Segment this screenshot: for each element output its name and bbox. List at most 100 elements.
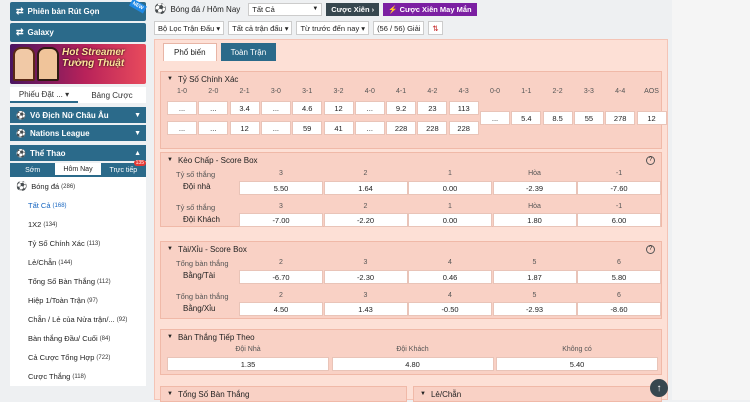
over-under-header[interactable]: ▼ Tài/Xỉu - Score Box? xyxy=(161,242,661,256)
league-count-select[interactable]: (56 / 56) Giải xyxy=(373,21,425,35)
odds-cell[interactable]: 41 xyxy=(323,121,354,135)
time-range-select[interactable]: Từ trước đến nay ▾ xyxy=(296,21,370,35)
menu-item[interactable]: Tỷ Số Chính Xác (113) xyxy=(10,234,146,253)
tab-full-time[interactable]: Toàn Trận xyxy=(220,43,277,61)
score-col-label: 4-1 xyxy=(396,88,407,95)
odds-cell[interactable]: 4.6 xyxy=(292,101,323,115)
odds-cell[interactable]: 1.43 xyxy=(323,302,408,316)
galaxy-button[interactable]: ⇄ Galaxy xyxy=(10,23,146,42)
odds-cell[interactable]: ... xyxy=(354,121,385,135)
odds-cell[interactable]: 5.50 xyxy=(239,181,323,195)
odds-cell[interactable]: 5.40 xyxy=(496,357,658,371)
league-womens-euro[interactable]: ⚽ Vô Địch Nữ Châu Âu ▼ xyxy=(10,107,146,123)
odds-cell[interactable]: ... xyxy=(260,101,291,115)
menu-item[interactable]: Cược Thắng (118) xyxy=(10,367,146,386)
odds-cell[interactable]: 12 xyxy=(636,111,667,125)
odds-cell[interactable]: 1.35 xyxy=(167,357,329,371)
odds-cell[interactable]: -2.20 xyxy=(323,213,408,227)
tab-bet-slip[interactable]: Phiếu Đặt ... ▾ xyxy=(10,87,78,103)
tab-popular[interactable]: Phổ biến xyxy=(163,43,217,61)
odds-cell[interactable]: -2.93 xyxy=(492,302,577,316)
league-nations-league[interactable]: ⚽ Nations League ▼ xyxy=(10,125,146,141)
menu-item[interactable]: 1X2 (134) xyxy=(10,215,146,234)
odds-cell[interactable]: ... xyxy=(167,101,197,115)
odds-cell[interactable]: 4.80 xyxy=(331,357,494,371)
menu-item[interactable]: Tất Cả (168) xyxy=(10,196,146,215)
sort-icon[interactable]: ⇅ xyxy=(428,21,443,35)
odds-cell[interactable]: -8.60 xyxy=(577,302,661,316)
odds-cell[interactable]: ... xyxy=(198,121,229,135)
col-head: 2 xyxy=(363,170,368,177)
odds-cell[interactable]: 228 xyxy=(417,121,448,135)
menu-item[interactable]: Hiệp 1/Toàn Trận (97) xyxy=(10,291,146,310)
odds-cell[interactable]: 0.00 xyxy=(408,213,492,227)
odds-cell[interactable]: 1.87 xyxy=(492,270,577,284)
scroll-top-button[interactable]: ↑ xyxy=(650,379,668,397)
odds-cell[interactable]: 55 xyxy=(573,111,604,125)
odds-cell[interactable]: -0.50 xyxy=(408,302,492,316)
tab-bet-list[interactable]: Bảng Cược xyxy=(78,87,146,103)
col-head: Không có xyxy=(562,346,592,353)
right-gutter xyxy=(672,0,750,400)
odds-cell[interactable]: 5.4 xyxy=(511,111,542,125)
sports-section[interactable]: ⚽ Thể Thao ▲ xyxy=(10,145,146,161)
odds-cell[interactable]: 3.4 xyxy=(229,101,260,115)
score-col-label: 3-1 xyxy=(302,88,313,95)
menu-item[interactable]: Chẵn / Lẻ của Nửa trận/... (92) xyxy=(10,310,146,329)
market-select[interactable]: Tất Cả ▼ xyxy=(248,2,323,16)
exact-score-box: ▼ Tỷ Số Chính Xác 1-0 2-0 2-1 3-0 3-1 3-2 4-0 4-… xyxy=(160,71,667,149)
odd-even-header[interactable]: ▼ Lẻ/Chẵn xyxy=(414,387,661,401)
odds-cell[interactable]: 228 xyxy=(448,121,479,135)
odds-cell[interactable]: 4.50 xyxy=(239,302,323,316)
menu-item[interactable]: Tổng Số Bàn Thắng (112) xyxy=(10,272,146,291)
menu-item[interactable]: Cả Cược Tổng Hợp (722) xyxy=(10,348,146,367)
match-filter-select[interactable]: Bộ Lọc Trận Đấu ▾ xyxy=(154,21,225,35)
odds-cell[interactable]: 278 xyxy=(605,111,636,125)
odds-cell[interactable]: 0.00 xyxy=(408,181,492,195)
odds-cell[interactable]: ... xyxy=(198,101,229,115)
tab-today[interactable]: Hôm Nay xyxy=(55,163,101,177)
all-matches-select[interactable]: Tất cả trận đấu ▾ xyxy=(228,21,293,35)
odds-cell[interactable]: 1.80 xyxy=(492,213,577,227)
help-icon[interactable]: ? xyxy=(646,155,655,165)
odds-cell[interactable]: -2.30 xyxy=(323,270,408,284)
odds-cell[interactable]: 0.46 xyxy=(408,270,492,284)
handicap-header[interactable]: ▼ Kèo Chấp - Score Box? xyxy=(161,153,661,167)
col-head: 6 xyxy=(617,259,621,266)
odds-cell[interactable]: -7.60 xyxy=(577,181,661,195)
odds-cell[interactable]: 5.80 xyxy=(577,270,661,284)
menu-item[interactable]: Bàn thắng Đầu/ Cuối (84) xyxy=(10,329,146,348)
odds-cell[interactable]: ... xyxy=(354,101,385,115)
score-col-label: 3-0 xyxy=(270,88,281,95)
lucky-parlay-button[interactable]: ⚡ Cược Xiên May Mắn xyxy=(383,2,477,16)
odds-cell[interactable]: 8.5 xyxy=(542,111,573,125)
odds-cell[interactable]: 6.00 xyxy=(577,213,661,227)
tab-early[interactable]: Sớm xyxy=(10,163,55,177)
odds-cell[interactable]: 12 xyxy=(323,101,354,115)
sports-icon: ⚽ xyxy=(16,148,26,158)
exact-score-header[interactable]: ▼ Tỷ Số Chính Xác xyxy=(161,72,661,86)
next-goal-header[interactable]: ▼ Bàn Thắng Tiếp Theo xyxy=(161,330,661,344)
streamer-banner[interactable]: Hot Streamer Tường Thuật xyxy=(10,44,146,84)
parlay-button[interactable]: Cược Xiên › xyxy=(326,2,380,16)
odds-cell[interactable]: 9.2 xyxy=(386,101,417,115)
odds-cell[interactable]: 1.64 xyxy=(323,181,408,195)
odds-cell[interactable]: ... xyxy=(167,121,197,135)
odds-cell[interactable]: 12 xyxy=(229,121,260,135)
sport-football[interactable]: ⚽ Bóng đá (286) xyxy=(10,177,146,196)
menu-item[interactable]: Lẻ/Chẵn (144) xyxy=(10,253,146,272)
main-area: ⚽ Bóng đá / Hôm Nay Tất Cả ▼ Cược Xiên › … xyxy=(150,0,670,402)
odds-cell[interactable]: -2.39 xyxy=(492,181,577,195)
odds-cell[interactable]: ... xyxy=(260,121,291,135)
total-goals-header[interactable]: ▼ Tổng Số Bàn Thắng xyxy=(161,387,406,401)
odds-cell[interactable]: 113 xyxy=(448,101,479,115)
compact-version-button[interactable]: ⇄ Phiên bản Rút Gọn NEW xyxy=(10,0,147,21)
odds-cell[interactable]: 23 xyxy=(417,101,448,115)
help-icon[interactable]: ? xyxy=(646,244,655,254)
score-col-label: 4-2 xyxy=(427,88,438,95)
odds-cell[interactable]: -7.00 xyxy=(239,213,323,227)
odds-cell[interactable]: ... xyxy=(480,111,510,125)
odds-cell[interactable]: 59 xyxy=(292,121,323,135)
odds-cell[interactable]: -6.70 xyxy=(239,270,323,284)
odds-cell[interactable]: 228 xyxy=(386,121,417,135)
